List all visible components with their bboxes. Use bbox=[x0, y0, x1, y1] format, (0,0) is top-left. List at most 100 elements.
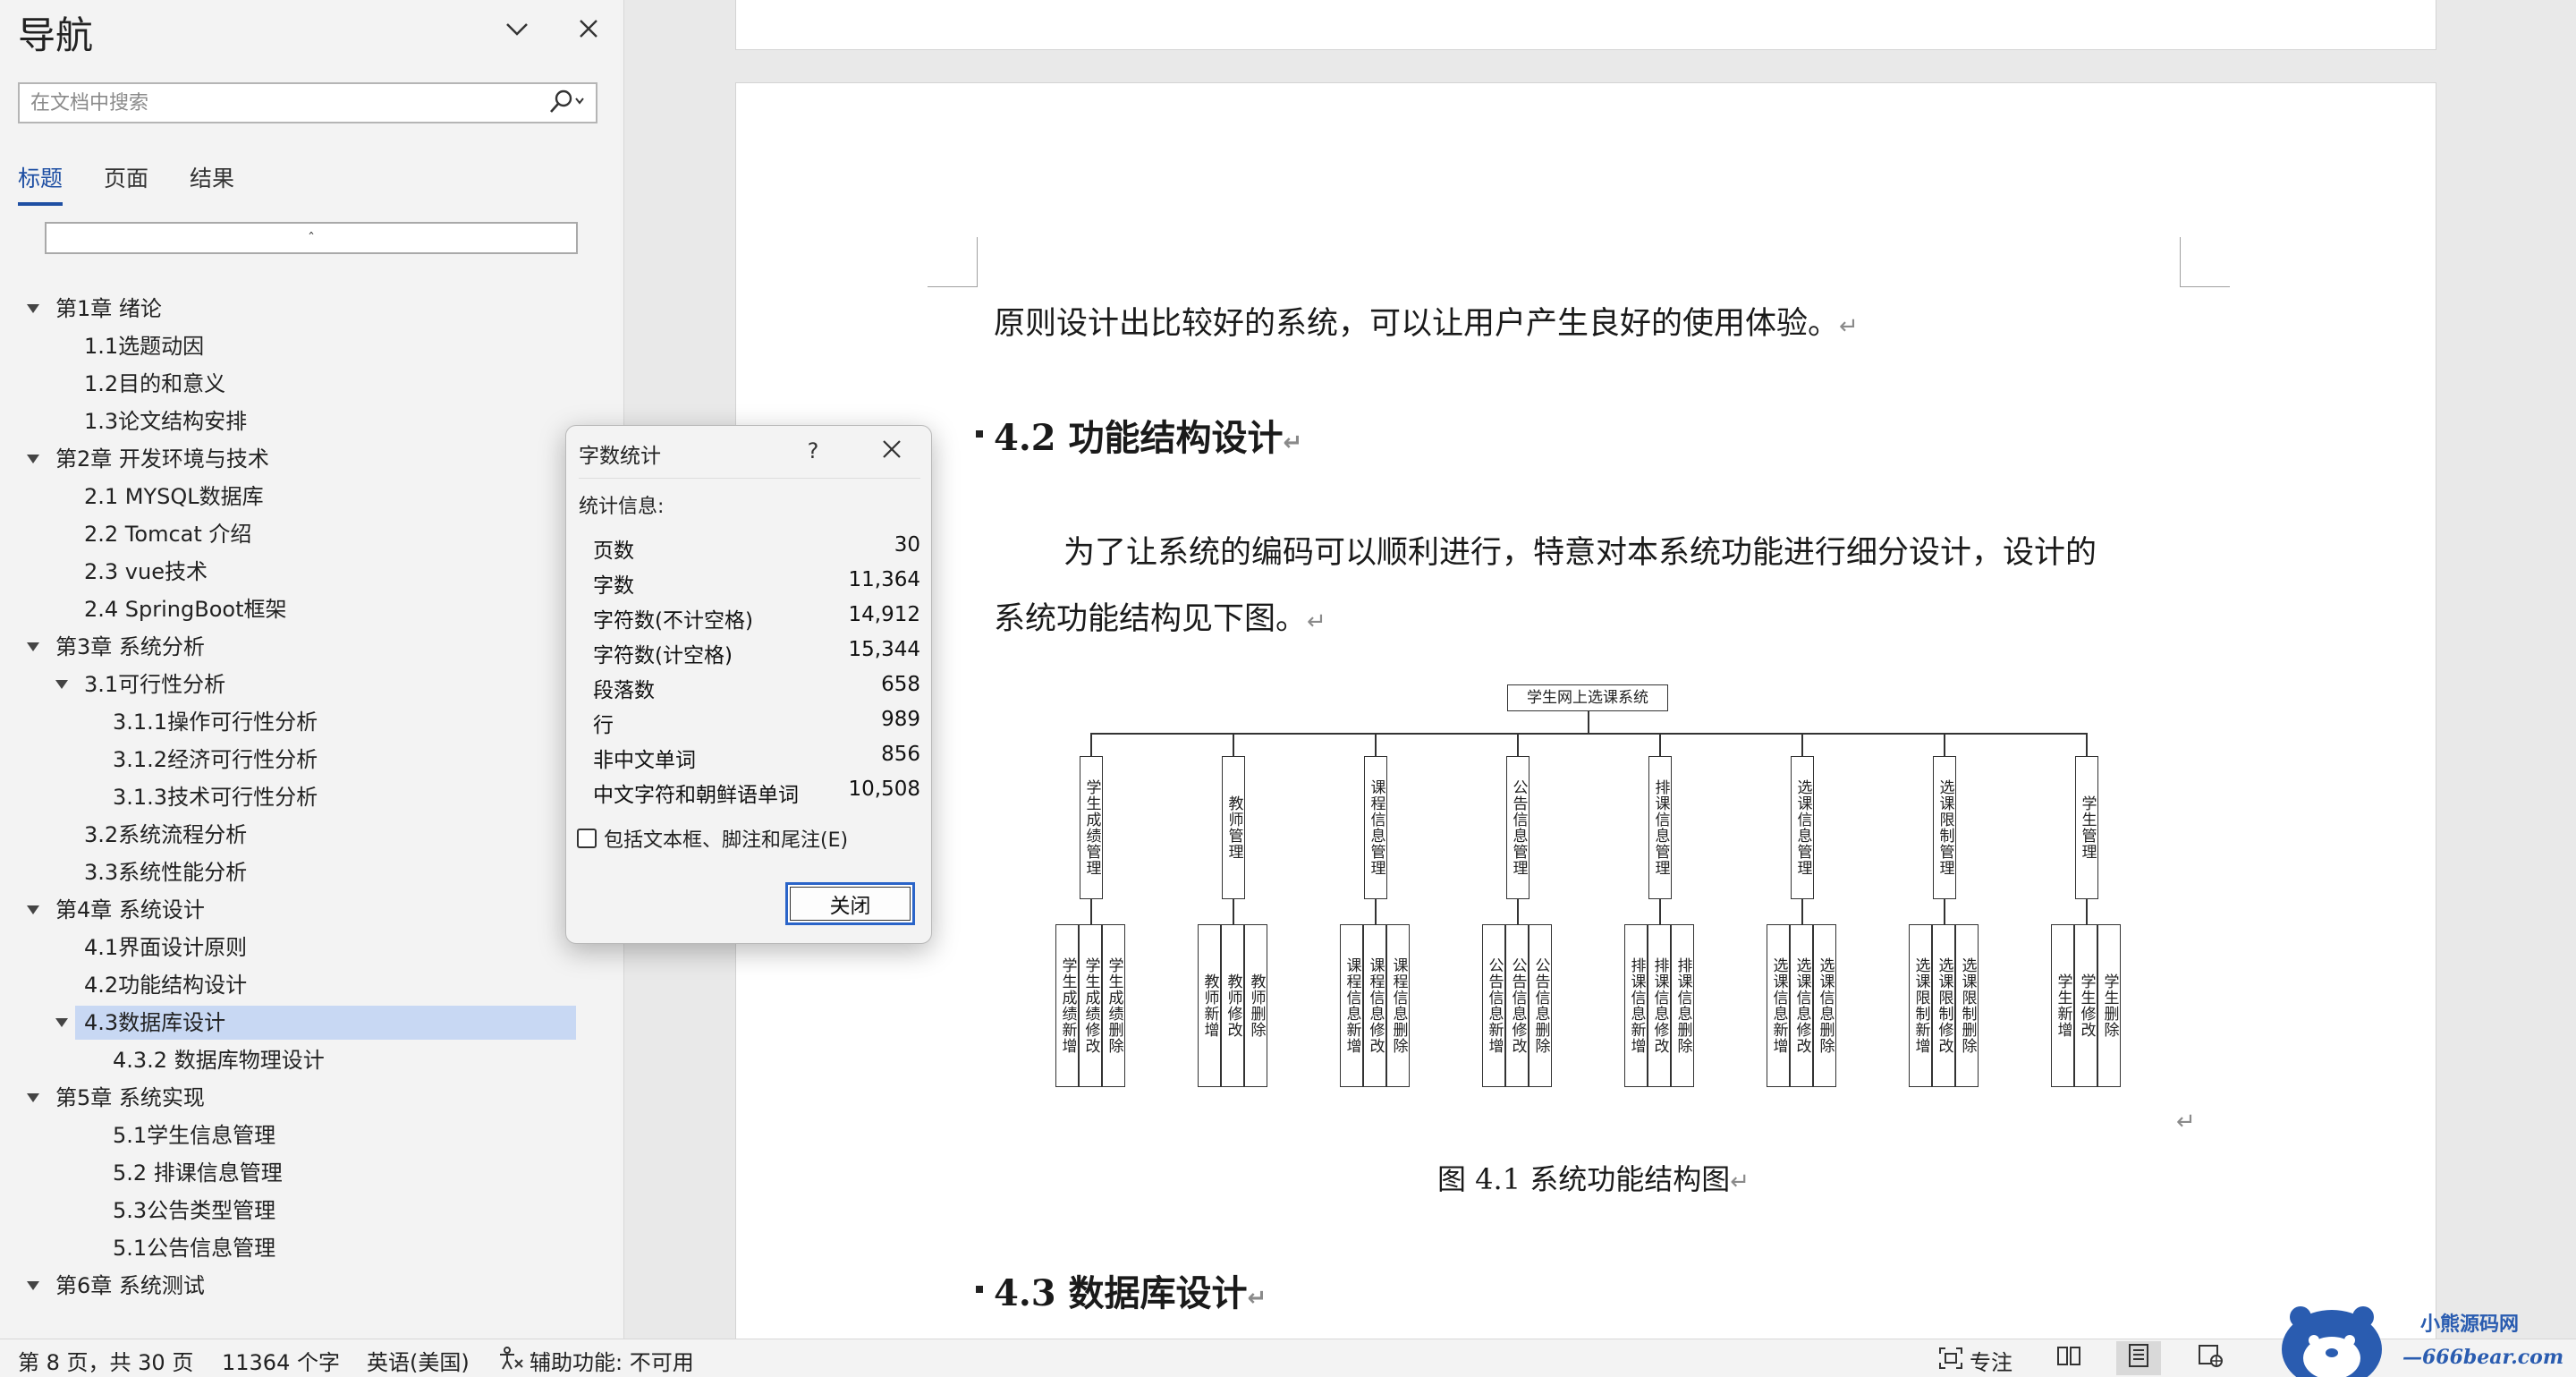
statistics-heading: 统计信息: bbox=[579, 496, 665, 518]
expand-triangle-icon[interactable] bbox=[55, 680, 68, 689]
search-icon bbox=[544, 88, 587, 118]
connector-line bbox=[1517, 733, 1519, 756]
chevron-down-icon bbox=[504, 21, 530, 40]
focus-icon bbox=[1937, 1346, 1964, 1376]
nav-heading-item[interactable]: 第1章 绪论 bbox=[55, 292, 162, 326]
diagram-leaf: 教师新增 bbox=[1198, 924, 1221, 1087]
nav-heading-item[interactable]: 5.1公告信息管理 bbox=[113, 1231, 275, 1265]
nav-close-button[interactable] bbox=[569, 11, 608, 50]
nav-heading-item[interactable]: 1.2目的和意义 bbox=[84, 367, 225, 401]
active-tab-indicator bbox=[18, 202, 63, 206]
help-button[interactable]: ? bbox=[795, 435, 831, 467]
stat-value: 658 bbox=[881, 673, 920, 696]
nav-heading-item[interactable]: 3.1.1操作可行性分析 bbox=[113, 705, 318, 739]
focus-mode-button[interactable]: 专注 bbox=[1937, 1345, 2012, 1376]
diagram-leaf: 课程信息删除 bbox=[1386, 924, 1410, 1087]
diagram-module: 学生成绩管理 bbox=[1080, 756, 1103, 899]
diagram-leaf: 公告信息修改 bbox=[1505, 924, 1529, 1087]
expand-triangle-icon[interactable] bbox=[55, 1018, 68, 1027]
nav-heading-item[interactable]: 第5章 系统实现 bbox=[55, 1081, 205, 1115]
nav-heading-item[interactable]: 1.3论文结构安排 bbox=[84, 404, 247, 438]
connector-line bbox=[1233, 733, 1234, 756]
print-layout-button[interactable] bbox=[2116, 1341, 2161, 1375]
heading-bullet bbox=[976, 430, 983, 438]
stat-value: 14,912 bbox=[848, 603, 920, 626]
nav-scroll-up-button[interactable]: ˆ bbox=[45, 222, 578, 254]
connector-line bbox=[1944, 899, 1945, 924]
dialog-close-button[interactable] bbox=[874, 435, 910, 467]
body-paragraph-line: 系统功能结构见下图。↵ bbox=[994, 593, 1326, 639]
connector-line bbox=[1375, 899, 1377, 924]
expand-triangle-icon[interactable] bbox=[27, 642, 39, 651]
tab-headings[interactable]: 标题 bbox=[18, 161, 63, 193]
nav-options-button[interactable] bbox=[497, 11, 537, 50]
search-input[interactable] bbox=[30, 84, 540, 122]
accessibility-icon bbox=[497, 1346, 524, 1376]
stat-value: 30 bbox=[894, 533, 920, 557]
nav-heading-item[interactable]: 第4章 系统设计 bbox=[55, 893, 205, 927]
body-line: 原则设计出比较好的系统，可以让用户产生良好的使用体验。↵ bbox=[994, 298, 1859, 344]
nav-heading-item[interactable]: 2.2 Tomcat 介绍 bbox=[84, 517, 251, 551]
expand-triangle-icon[interactable] bbox=[27, 905, 39, 914]
diagram-leaf: 教师删除 bbox=[1244, 924, 1267, 1087]
nav-heading-item[interactable]: 4.3.2 数据库物理设计 bbox=[113, 1043, 325, 1077]
diagram-module: 课程信息管理 bbox=[1364, 756, 1387, 899]
document-page[interactable]: 原则设计出比较好的系统，可以让用户产生良好的使用体验。↵ 4.2 功能结构设计↵… bbox=[735, 82, 2436, 1353]
nav-heading-item[interactable]: 1.1选题动因 bbox=[84, 329, 204, 363]
nav-heading-item[interactable]: 2.4 SpringBoot框架 bbox=[84, 592, 287, 626]
connector-line bbox=[1944, 733, 1945, 756]
diagram-leaf: 学生修改 bbox=[2074, 924, 2097, 1087]
diagram-leaf: 公告信息删除 bbox=[1529, 924, 1552, 1087]
diagram-leaf: 选课限制删除 bbox=[1955, 924, 1979, 1087]
figure-caption-text: 图 4.1 系统功能结构图 bbox=[1437, 1162, 1731, 1196]
nav-heading-item[interactable]: 5.3公告类型管理 bbox=[113, 1194, 275, 1228]
web-layout-button[interactable] bbox=[2188, 1341, 2233, 1375]
help-icon: ? bbox=[807, 438, 819, 463]
include-textboxes-option[interactable]: 包括文本框、脚注和尾注(E) bbox=[577, 825, 848, 852]
nav-heading-item[interactable]: 5.1学生信息管理 bbox=[113, 1118, 275, 1152]
nav-heading-item[interactable]: 5.2 排课信息管理 bbox=[113, 1156, 283, 1190]
expand-triangle-icon[interactable] bbox=[27, 1093, 39, 1102]
close-icon bbox=[882, 439, 902, 463]
nav-heading-item[interactable]: 3.1.3技术可行性分析 bbox=[113, 780, 318, 814]
connector-line bbox=[1517, 899, 1519, 924]
include-textboxes-checkbox[interactable] bbox=[577, 829, 597, 848]
nav-heading-item[interactable]: 第2章 开发环境与技术 bbox=[55, 442, 269, 476]
expand-triangle-icon[interactable] bbox=[27, 1281, 39, 1290]
nav-heading-item[interactable]: 第6章 系统测试 bbox=[55, 1269, 205, 1303]
nav-heading-item[interactable]: 4.3数据库设计 bbox=[84, 1006, 225, 1040]
tab-pages[interactable]: 页面 bbox=[104, 161, 148, 193]
expand-triangle-icon[interactable] bbox=[27, 304, 39, 313]
language-indicator[interactable]: 英语(美国) bbox=[367, 1345, 470, 1376]
connector-line bbox=[2086, 733, 2088, 756]
stat-label: 行 bbox=[593, 714, 614, 737]
page-count[interactable]: 第 8 页，共 30 页 bbox=[18, 1345, 193, 1376]
nav-heading-item[interactable]: 2.3 vue技术 bbox=[84, 555, 208, 589]
body-line-text: 原则设计出比较好的系统，可以让用户产生良好的使用体验。 bbox=[994, 306, 1840, 342]
nav-heading-item[interactable]: 2.1 MYSQL数据库 bbox=[84, 480, 264, 514]
nav-heading-item[interactable]: 4.2功能结构设计 bbox=[84, 968, 247, 1002]
nav-heading-item[interactable]: 第3章 系统分析 bbox=[55, 630, 205, 664]
tab-results[interactable]: 结果 bbox=[190, 161, 234, 193]
read-mode-button[interactable] bbox=[2046, 1341, 2091, 1375]
connector-line bbox=[1588, 711, 1589, 733]
figure-caption: 图 4.1 系统功能结构图↵ bbox=[1437, 1157, 1750, 1198]
nav-heading-item[interactable]: 3.1.2经济可行性分析 bbox=[113, 743, 318, 777]
stat-label: 字数 bbox=[593, 574, 634, 598]
expand-triangle-icon[interactable] bbox=[27, 455, 39, 463]
paragraph-mark: ↵ bbox=[1283, 429, 1303, 456]
stat-value: 15,344 bbox=[848, 638, 920, 661]
nav-heading-item[interactable]: 3.3系统性能分析 bbox=[84, 855, 247, 889]
web-layout-icon bbox=[2197, 1343, 2224, 1373]
diagram-leaf: 排课信息修改 bbox=[1648, 924, 1671, 1087]
dialog-close-action-button[interactable]: 关闭 bbox=[785, 882, 915, 925]
word-count[interactable]: 11364 个字 bbox=[222, 1345, 340, 1376]
nav-heading-item[interactable]: 4.1界面设计原则 bbox=[84, 931, 247, 965]
search-button[interactable] bbox=[540, 88, 590, 118]
nav-heading-item[interactable]: 3.1可行性分析 bbox=[84, 667, 225, 701]
diagram-root: 学生网上选课系统 bbox=[1507, 684, 1668, 711]
diagram-leaf: 选课信息新增 bbox=[1767, 924, 1790, 1087]
accessibility-status[interactable]: 辅助功能: 不可用 bbox=[497, 1345, 694, 1376]
nav-heading-item[interactable]: 3.2系统流程分析 bbox=[84, 818, 247, 852]
bear-logo-icon bbox=[2274, 1303, 2390, 1377]
